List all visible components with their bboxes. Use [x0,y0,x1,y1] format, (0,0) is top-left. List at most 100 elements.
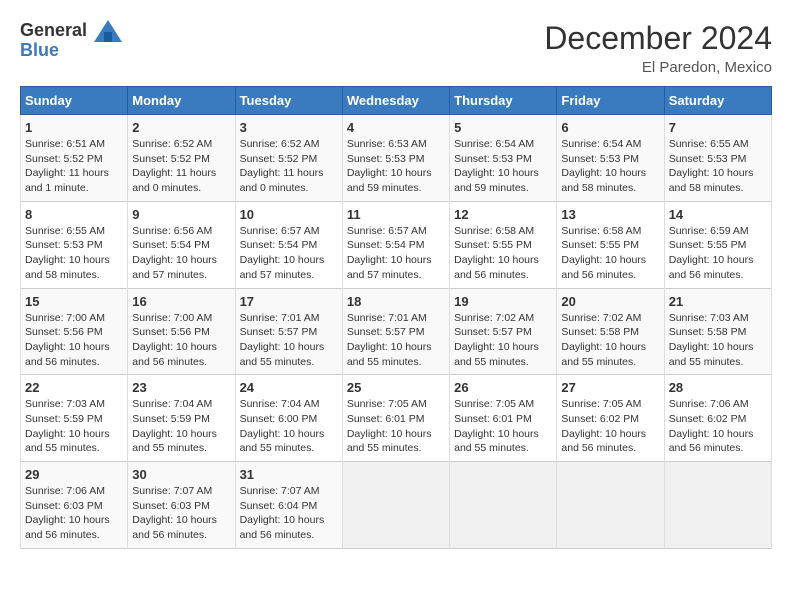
calendar-week-row: 15 Sunrise: 7:00 AMSunset: 5:56 PMDayligh… [21,288,772,375]
calendar-table: Sunday Monday Tuesday Wednesday Thursday… [20,86,772,549]
day-info: Sunrise: 6:59 AMSunset: 5:55 PMDaylight:… [669,224,767,283]
day-number: 29 [25,467,123,482]
logo-text-general: General [20,20,87,40]
calendar-cell: 1 Sunrise: 6:51 AMSunset: 5:52 PMDaylight… [21,115,128,202]
day-info: Sunrise: 6:58 AMSunset: 5:55 PMDaylight:… [561,224,659,283]
calendar-cell: 20Sunrise: 7:02 AMSunset: 5:58 PMDayligh… [557,288,664,375]
day-number: 4 [347,120,445,135]
month-title: December 2024 [544,20,772,57]
calendar-cell: 17 Sunrise: 7:01 AMSunset: 5:57 PMDayligh… [235,288,342,375]
day-number: 6 [561,120,659,135]
day-number: 15 [25,294,123,309]
day-info: Sunrise: 7:06 AMSunset: 6:03 PMDaylight:… [25,484,123,543]
day-number: 28 [669,380,767,395]
calendar-cell: 4Sunrise: 6:53 AMSunset: 5:53 PMDaylight… [342,115,449,202]
calendar-cell: 25 Sunrise: 7:05 AMSunset: 6:01 PMDayligh… [342,375,449,462]
day-number: 2 [132,120,230,135]
location: El Paredon, Mexico [544,59,772,76]
calendar-cell: 29 Sunrise: 7:06 AMSunset: 6:03 PMDayligh… [21,462,128,549]
calendar-cell: 9Sunrise: 6:56 AMSunset: 5:54 PMDaylight… [128,201,235,288]
day-info: Sunrise: 7:07 AMSunset: 6:04 PMDaylight:… [240,484,338,543]
day-number: 1 [25,120,123,135]
calendar-cell [342,462,449,549]
calendar-cell: 21 Sunrise: 7:03 AMSunset: 5:58 PMDayligh… [664,288,771,375]
page-header: General Blue December 2024 El Paredon, M… [20,20,772,76]
calendar-cell: 15 Sunrise: 7:00 AMSunset: 5:56 PMDayligh… [21,288,128,375]
day-number: 19 [454,294,552,309]
day-number: 13 [561,207,659,222]
day-info: Sunrise: 7:05 AMSunset: 6:01 PMDaylight:… [454,397,552,456]
calendar-cell: 27 Sunrise: 7:05 AMSunset: 6:02 PMDayligh… [557,375,664,462]
day-number: 16 [132,294,230,309]
logo-text-blue: Blue [20,40,122,61]
weekday-header-row: Sunday Monday Tuesday Wednesday Thursday… [21,87,772,115]
header-wednesday: Wednesday [342,87,449,115]
calendar-cell: 12Sunrise: 6:58 AMSunset: 5:55 PMDayligh… [450,201,557,288]
header-friday: Friday [557,87,664,115]
day-number: 18 [347,294,445,309]
day-number: 23 [132,380,230,395]
day-info: Sunrise: 7:05 AMSunset: 6:01 PMDaylight:… [347,397,445,456]
day-number: 7 [669,120,767,135]
day-info: Sunrise: 7:03 AMSunset: 5:59 PMDaylight:… [25,397,123,456]
day-info: Sunrise: 7:03 AMSunset: 5:58 PMDaylight:… [669,311,767,370]
day-number: 10 [240,207,338,222]
logo: General Blue [20,20,122,61]
day-number: 26 [454,380,552,395]
header-saturday: Saturday [664,87,771,115]
calendar-cell: 8Sunrise: 6:55 AMSunset: 5:53 PMDaylight… [21,201,128,288]
logo-icon [94,20,122,42]
day-info: Sunrise: 6:55 AMSunset: 5:53 PMDaylight:… [669,137,767,196]
day-info: Sunrise: 7:02 AMSunset: 5:58 PMDaylight:… [561,311,659,370]
day-info: Sunrise: 7:01 AMSunset: 5:57 PMDaylight:… [240,311,338,370]
calendar-cell: 2 Sunrise: 6:52 AMSunset: 5:52 PMDaylight… [128,115,235,202]
day-number: 3 [240,120,338,135]
calendar-cell: 6Sunrise: 6:54 AMSunset: 5:53 PMDaylight… [557,115,664,202]
calendar-cell: 16 Sunrise: 7:00 AMSunset: 5:56 PMDayligh… [128,288,235,375]
day-info: Sunrise: 6:52 AMSunset: 5:52 PMDaylight:… [132,137,230,196]
header-tuesday: Tuesday [235,87,342,115]
calendar-cell: 10Sunrise: 6:57 AMSunset: 5:54 PMDayligh… [235,201,342,288]
day-info: Sunrise: 6:51 AMSunset: 5:52 PMDaylight:… [25,137,123,196]
calendar-week-row: 29 Sunrise: 7:06 AMSunset: 6:03 PMDayligh… [21,462,772,549]
header-sunday: Sunday [21,87,128,115]
day-number: 17 [240,294,338,309]
calendar-cell: 28 Sunrise: 7:06 AMSunset: 6:02 PMDayligh… [664,375,771,462]
calendar-cell: 7 Sunrise: 6:55 AMSunset: 5:53 PMDaylight… [664,115,771,202]
day-number: 11 [347,207,445,222]
day-number: 27 [561,380,659,395]
day-info: Sunrise: 7:00 AMSunset: 5:56 PMDaylight:… [25,311,123,370]
day-number: 14 [669,207,767,222]
day-info: Sunrise: 7:04 AMSunset: 6:00 PMDaylight:… [240,397,338,456]
calendar-cell: 11 Sunrise: 6:57 AMSunset: 5:54 PMDayligh… [342,201,449,288]
day-info: Sunrise: 7:06 AMSunset: 6:02 PMDaylight:… [669,397,767,456]
calendar-cell: 26 Sunrise: 7:05 AMSunset: 6:01 PMDayligh… [450,375,557,462]
day-info: Sunrise: 7:00 AMSunset: 5:56 PMDaylight:… [132,311,230,370]
day-info: Sunrise: 7:01 AMSunset: 5:57 PMDaylight:… [347,311,445,370]
calendar-week-row: 1 Sunrise: 6:51 AMSunset: 5:52 PMDaylight… [21,115,772,202]
day-info: Sunrise: 7:05 AMSunset: 6:02 PMDaylight:… [561,397,659,456]
title-block: December 2024 El Paredon, Mexico [544,20,772,76]
day-number: 8 [25,207,123,222]
day-info: Sunrise: 7:04 AMSunset: 5:59 PMDaylight:… [132,397,230,456]
day-info: Sunrise: 6:57 AMSunset: 5:54 PMDaylight:… [347,224,445,283]
calendar-week-row: 8Sunrise: 6:55 AMSunset: 5:53 PMDaylight… [21,201,772,288]
calendar-cell [664,462,771,549]
calendar-cell: 30Sunrise: 7:07 AMSunset: 6:03 PMDayligh… [128,462,235,549]
day-info: Sunrise: 6:52 AMSunset: 5:52 PMDaylight:… [240,137,338,196]
day-info: Sunrise: 6:56 AMSunset: 5:54 PMDaylight:… [132,224,230,283]
day-info: Sunrise: 6:54 AMSunset: 5:53 PMDaylight:… [454,137,552,196]
header-thursday: Thursday [450,87,557,115]
day-number: 31 [240,467,338,482]
calendar-cell: 13 Sunrise: 6:58 AMSunset: 5:55 PMDayligh… [557,201,664,288]
calendar-cell [557,462,664,549]
day-number: 12 [454,207,552,222]
day-number: 25 [347,380,445,395]
header-monday: Monday [128,87,235,115]
calendar-cell: 19Sunrise: 7:02 AMSunset: 5:57 PMDayligh… [450,288,557,375]
calendar-cell: 5 Sunrise: 6:54 AMSunset: 5:53 PMDaylight… [450,115,557,202]
day-number: 30 [132,467,230,482]
day-number: 21 [669,294,767,309]
day-number: 5 [454,120,552,135]
calendar-cell: 24Sunrise: 7:04 AMSunset: 6:00 PMDayligh… [235,375,342,462]
